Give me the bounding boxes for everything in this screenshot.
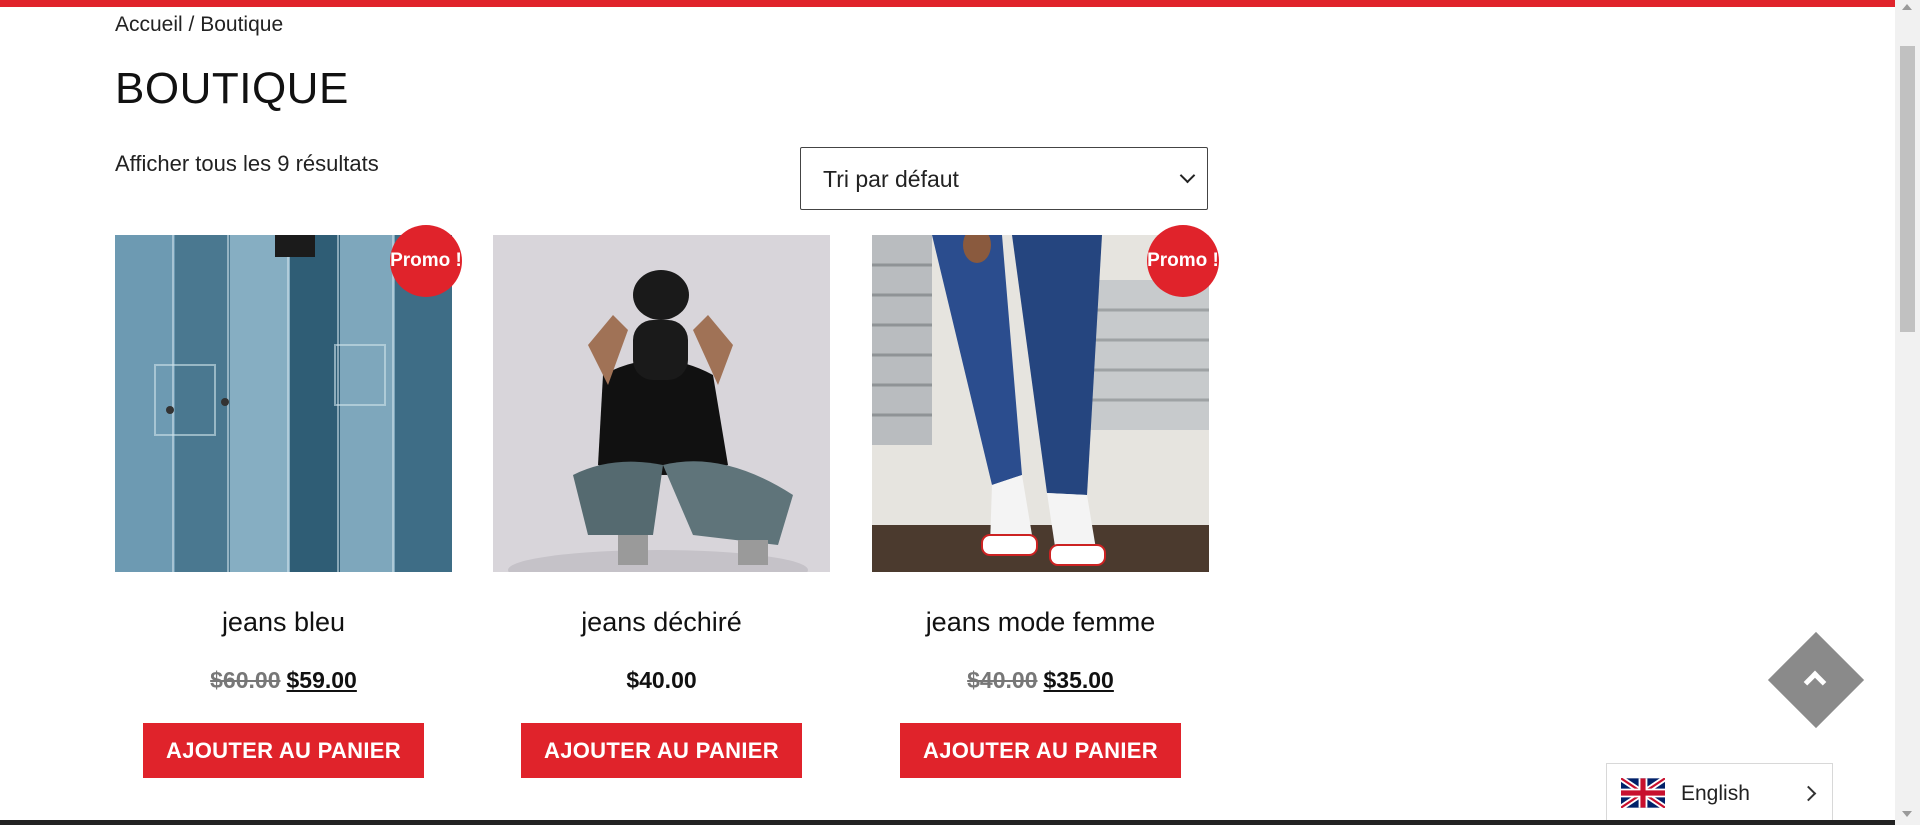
product-image-ripped-jeans[interactable] xyxy=(493,235,830,572)
uk-flag-icon xyxy=(1621,778,1665,808)
product-price: $40.00 $35.00 xyxy=(872,667,1209,694)
scroll-down-arrow-icon[interactable] xyxy=(1902,811,1912,817)
breadcrumb-home-link[interactable]: Accueil xyxy=(115,13,183,36)
chevron-down-icon xyxy=(1179,167,1196,184)
result-count: Afficher tous les 9 résultats xyxy=(115,151,379,176)
product-name[interactable]: jeans bleu xyxy=(115,607,452,638)
scroll-up-arrow-icon[interactable] xyxy=(1902,4,1912,10)
old-price: $40.00 xyxy=(967,667,1038,693)
promo-badge: Promo ! xyxy=(1147,225,1219,297)
chevron-right-icon xyxy=(1800,785,1817,802)
page-title: BOUTIQUE xyxy=(115,64,349,113)
add-to-cart-button[interactable]: AJOUTER AU PANIER xyxy=(521,723,802,778)
top-accent-bar xyxy=(0,0,1895,7)
language-switcher[interactable]: English xyxy=(1606,763,1833,825)
old-price: $60.00 xyxy=(210,667,281,693)
product-price: $60.00 $59.00 xyxy=(115,667,452,694)
bottom-edge-bar xyxy=(0,820,1895,825)
sort-selected-value: Tri par défaut xyxy=(823,166,959,192)
product-name[interactable]: jeans mode femme xyxy=(872,607,1209,638)
sale-price: $59.00 xyxy=(286,667,357,693)
scroll-thumb[interactable] xyxy=(1900,46,1915,332)
breadcrumb-current: Boutique xyxy=(200,13,284,36)
product-name[interactable]: jeans déchiré xyxy=(493,607,830,638)
sort-select[interactable]: Tri par défaut xyxy=(800,147,1208,210)
add-to-cart-button[interactable]: AJOUTER AU PANIER xyxy=(900,723,1181,778)
promo-badge: Promo ! xyxy=(390,225,462,297)
breadcrumb: Accueil / Boutique xyxy=(115,13,283,37)
product-price: $40.00 xyxy=(493,667,830,694)
breadcrumb-separator: / xyxy=(182,13,201,36)
page-scrollbar[interactable] xyxy=(1895,0,1920,825)
add-to-cart-button[interactable]: AJOUTER AU PANIER xyxy=(143,723,424,778)
language-label: English xyxy=(1681,782,1750,805)
sale-price: $35.00 xyxy=(1043,667,1114,693)
price: $40.00 xyxy=(626,667,697,693)
